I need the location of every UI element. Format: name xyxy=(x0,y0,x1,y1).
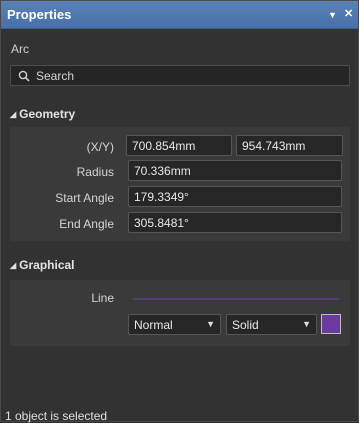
end-angle-label: End Angle xyxy=(59,217,114,231)
close-icon[interactable]: ✕ xyxy=(344,7,353,21)
line-style-dropdown[interactable]: Solid ▼ xyxy=(226,314,317,335)
line-preview xyxy=(133,298,339,300)
y-field[interactable]: 954.743mm xyxy=(236,135,343,156)
search-input[interactable]: Search xyxy=(10,65,350,86)
geometry-group: (X/Y) 700.854mm 954.743mm Radius 70.336m… xyxy=(10,127,350,241)
graphical-group: Line Normal ▼ Solid ▼ xyxy=(10,280,350,346)
geometry-section-header[interactable]: ◢ Geometry xyxy=(10,107,75,121)
status-bar: 1 object is selected xyxy=(5,409,108,423)
end-angle-field[interactable]: 305.8481° xyxy=(128,212,342,233)
collapse-triangle-icon: ◢ xyxy=(10,261,17,270)
search-placeholder: Search xyxy=(36,69,75,83)
panel-titlebar: Properties ▼ ✕ xyxy=(1,1,358,29)
start-angle-label: Start Angle xyxy=(55,191,114,205)
collapse-triangle-icon: ◢ xyxy=(10,110,17,119)
chevron-down-icon: ▼ xyxy=(302,319,311,329)
start-angle-field[interactable]: 179.3349° xyxy=(128,186,342,207)
graphical-header-label: Graphical xyxy=(19,258,75,272)
panel-menu-icon[interactable]: ▼ xyxy=(328,8,337,22)
xy-label: (X/Y) xyxy=(86,140,114,154)
graphical-section-header[interactable]: ◢ Graphical xyxy=(10,258,75,272)
line-width-value: Normal xyxy=(134,318,173,332)
line-label: Line xyxy=(91,291,114,305)
panel-title: Properties xyxy=(7,7,72,22)
radius-field[interactable]: 70.336mm xyxy=(128,160,342,181)
search-icon xyxy=(18,70,30,82)
line-color-swatch[interactable] xyxy=(321,314,341,334)
line-width-dropdown[interactable]: Normal ▼ xyxy=(128,314,221,335)
x-field[interactable]: 700.854mm xyxy=(126,135,232,156)
geometry-header-label: Geometry xyxy=(19,107,76,121)
object-type-label: Arc xyxy=(11,42,29,56)
radius-label: Radius xyxy=(76,165,114,179)
properties-panel: Properties ▼ ✕ Arc Search ◢ Geometry (X/Y… xyxy=(0,0,359,423)
line-style-value: Solid xyxy=(232,318,259,332)
chevron-down-icon: ▼ xyxy=(206,319,215,329)
